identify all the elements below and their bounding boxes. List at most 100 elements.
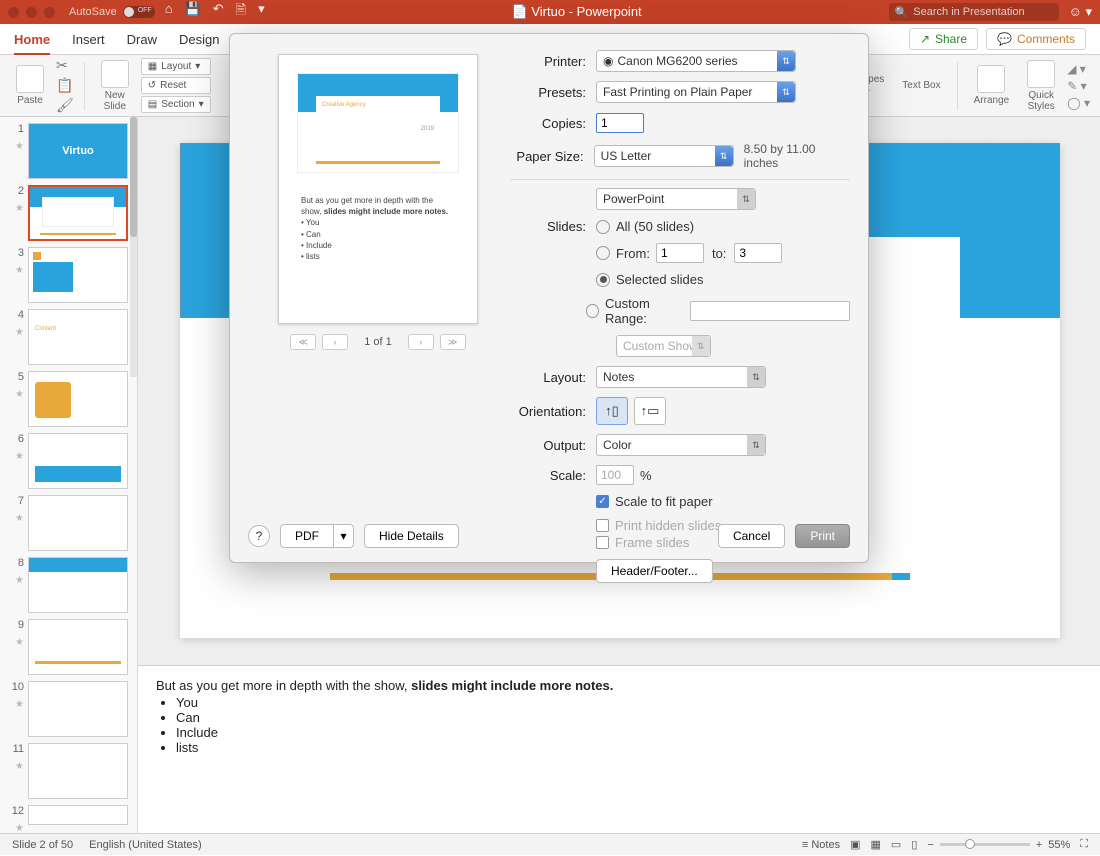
output-select[interactable]: Color⇅ — [596, 434, 766, 456]
notes-item: You — [176, 695, 1082, 710]
zoom-out[interactable]: − — [927, 839, 933, 851]
help-button[interactable]: ? — [248, 525, 270, 547]
notes-item: lists — [176, 740, 1082, 755]
thumbnail-4[interactable]: Content — [28, 309, 128, 365]
notes-item: Can — [176, 710, 1082, 725]
copies-input[interactable] — [596, 113, 644, 133]
thumbnail-2[interactable] — [28, 185, 128, 241]
header-footer-button[interactable]: Header/Footer... — [596, 559, 713, 583]
slideshow-icon[interactable]: ▯ — [911, 838, 917, 851]
zoom-slider[interactable] — [940, 843, 1030, 846]
slide-counter[interactable]: Slide 2 of 50 — [12, 839, 73, 851]
radio-from[interactable] — [596, 246, 610, 260]
autosave-toggle[interactable] — [123, 6, 155, 18]
chk-scale-fit[interactable]: ✓ — [596, 495, 609, 508]
language[interactable]: English (United States) — [89, 839, 202, 851]
orientation-landscape[interactable]: ↑▭ — [634, 397, 666, 425]
notes-pane[interactable]: But as you get more in depth with the sh… — [138, 665, 1100, 833]
normal-view-icon[interactable]: ▣ — [850, 838, 860, 851]
zoom-value[interactable]: 55% — [1048, 839, 1070, 851]
arrange-button[interactable]: Arrange — [968, 65, 1016, 106]
thumbnail-9[interactable] — [28, 619, 128, 675]
slide-blue-cap[interactable] — [892, 573, 910, 580]
thumbnail-7[interactable] — [28, 495, 128, 551]
preview-prev[interactable]: ‹ — [322, 334, 348, 350]
preview-count: 1 of 1 — [354, 336, 402, 348]
from-input[interactable] — [656, 243, 704, 263]
notes-toggle[interactable]: ≡ Notes — [802, 839, 840, 851]
print-button[interactable]: Print — [795, 524, 850, 548]
custom-shows-select: Custom Shows⇅ — [616, 335, 711, 357]
section-button[interactable]: ▤ Section ▾ — [141, 96, 211, 113]
thumbnail-5[interactable] — [28, 371, 128, 427]
new-slide-button[interactable]: New Slide — [95, 60, 135, 112]
share-button[interactable]: ↗ Share — [909, 28, 978, 50]
layout-button[interactable]: ▦ Layout ▾ — [141, 58, 211, 75]
print-dialog: Creative Agency2019 But as you get more … — [229, 33, 869, 563]
comments-button[interactable]: 💬 Comments — [986, 28, 1086, 50]
app-select[interactable]: PowerPoint⇅ — [596, 188, 756, 210]
presets-select[interactable]: Fast Printing on Plain Paper⇅ — [596, 81, 796, 103]
shape-effects-icon[interactable]: ◯ ▾ — [1067, 96, 1090, 110]
thumbnail-11[interactable] — [28, 743, 128, 799]
tab-design[interactable]: Design — [179, 32, 219, 47]
hide-details-button[interactable]: Hide Details — [364, 524, 459, 548]
orientation-portrait[interactable]: ↑▯ — [596, 397, 628, 425]
shape-fill-icon[interactable]: ◢ ▾ — [1067, 62, 1090, 76]
star-icon[interactable]: ★ — [15, 141, 24, 152]
thumbnail-10[interactable] — [28, 681, 128, 737]
radio-custom-range[interactable] — [586, 304, 599, 318]
fit-icon[interactable]: ⛶ — [1080, 838, 1088, 851]
reading-view-icon[interactable]: ▭ — [891, 838, 901, 851]
custom-range-input[interactable] — [690, 301, 850, 321]
pdf-dropdown[interactable]: ▾ — [334, 524, 354, 548]
quick-styles-button[interactable]: Quick Styles — [1021, 60, 1061, 112]
radio-selected[interactable] — [596, 273, 610, 287]
copy-icon[interactable]: 📋 — [56, 77, 74, 94]
preview-next[interactable]: › — [408, 334, 434, 350]
thumbnail-12[interactable] — [28, 805, 128, 825]
format-painter-icon[interactable]: 🖌 — [56, 97, 74, 114]
reset-button[interactable]: ↺ Reset — [141, 77, 211, 94]
preview-last[interactable]: ≫ — [440, 334, 466, 350]
papersize-select[interactable]: US Letter⇅ — [594, 145, 734, 167]
thumbnail-panel[interactable]: 1★Virtuo 2★ 3★ 4★Content 5★ 6★ 7★ 8★ 9★ … — [0, 117, 138, 833]
file-icon[interactable]: 🗎 — [236, 1, 246, 23]
paper-dimensions: 8.50 by 11.00 inches — [744, 142, 850, 170]
window-controls[interactable] — [8, 7, 55, 18]
sorter-view-icon[interactable]: ▦ — [871, 838, 881, 851]
shape-outline-icon[interactable]: ✎ ▾ — [1067, 79, 1090, 93]
cancel-button[interactable]: Cancel — [718, 524, 785, 548]
titlebar: AutoSave ⌂ 💾 ↶ 🗎 ▾ 📄 Virtuo - Powerpoint… — [0, 0, 1100, 24]
thumbnail-3[interactable] — [28, 247, 128, 303]
preview-first[interactable]: ≪ — [290, 334, 316, 350]
printer-select[interactable]: ◉Canon MG6200 series⇅ — [596, 50, 796, 72]
notes-item: Include — [176, 725, 1082, 740]
undo-icon[interactable]: ↶ — [213, 1, 224, 23]
cut-icon[interactable]: ✂ — [56, 57, 74, 74]
thumbnail-1[interactable]: Virtuo — [28, 123, 128, 179]
textbox-button[interactable]: Text Box — [896, 80, 946, 91]
tab-home[interactable]: Home — [14, 32, 50, 55]
tab-insert[interactable]: Insert — [72, 32, 105, 47]
thumbnail-8[interactable] — [28, 557, 128, 613]
search-input[interactable]: 🔍 Search in Presentation — [889, 3, 1059, 21]
preview-nav: ≪ ‹ 1 of 1 › ≫ — [278, 334, 478, 350]
to-input[interactable] — [734, 243, 782, 263]
radio-all[interactable] — [596, 220, 610, 234]
notes-lead: But as you get more in depth with the sh… — [156, 678, 411, 693]
tab-draw[interactable]: Draw — [127, 32, 157, 47]
zoom-in[interactable]: + — [1036, 839, 1042, 851]
scale-input — [596, 465, 634, 485]
status-bar: Slide 2 of 50 English (United States) ≡ … — [0, 833, 1100, 855]
thumbnail-6[interactable] — [28, 433, 128, 489]
thumb-scrollbar[interactable] — [130, 117, 137, 237]
more-icon[interactable]: ▾ — [258, 1, 265, 23]
pdf-button[interactable]: PDF — [280, 524, 334, 548]
layout-select[interactable]: Notes⇅ — [596, 366, 766, 388]
home-icon[interactable]: ⌂ — [165, 1, 173, 23]
save-icon[interactable]: 💾 — [185, 1, 201, 23]
paste-button[interactable]: Paste — [10, 65, 50, 106]
quick-access-toolbar: ⌂ 💾 ↶ 🗎 ▾ — [165, 1, 265, 23]
feedback-icon[interactable]: ☺ ▾ — [1069, 4, 1092, 20]
